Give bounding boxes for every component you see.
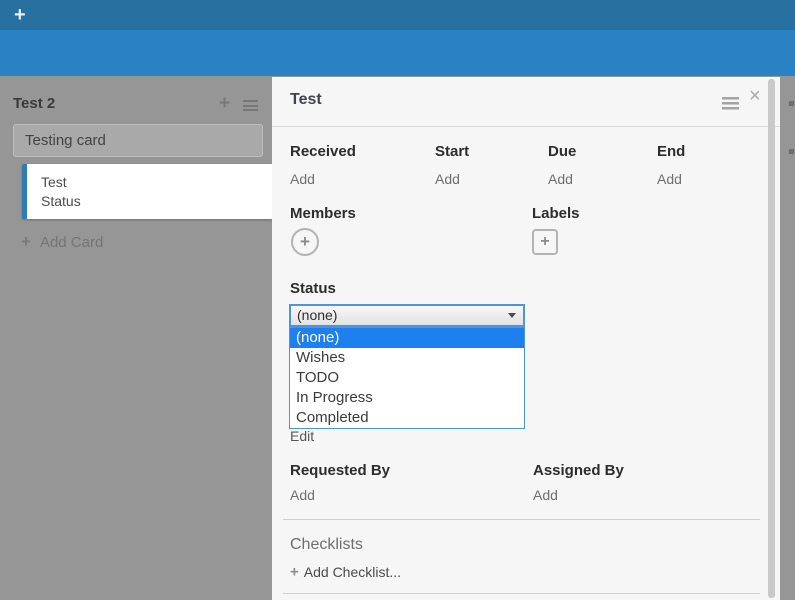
dropdown-option-in-progress[interactable]: In Progress xyxy=(290,388,524,408)
plus-icon: + xyxy=(300,232,310,251)
navbar-add-icon[interactable]: + xyxy=(14,4,26,27)
card-testing-card[interactable]: Testing card xyxy=(13,124,263,157)
plus-icon: + xyxy=(21,232,31,251)
card-title-line: Status xyxy=(41,192,273,211)
requested-by-add-link[interactable]: Add xyxy=(290,487,315,503)
received-label: Received xyxy=(290,143,356,160)
dropdown-option-completed[interactable]: Completed xyxy=(290,408,524,428)
received-add-link[interactable]: Add xyxy=(290,171,315,187)
end-label: End xyxy=(657,143,685,160)
dropdown-option-none[interactable]: (none) xyxy=(290,328,524,348)
card-detail-title: Test xyxy=(290,91,322,109)
start-add-link[interactable]: Add xyxy=(435,171,460,187)
next-list-clipped-icon xyxy=(789,149,794,154)
card-detail-panel: Test × Received Start Due End Add Add Ad… xyxy=(272,77,780,600)
checklists-label: Checklists xyxy=(290,536,363,554)
section-divider xyxy=(283,519,760,520)
add-label-button[interactable]: + xyxy=(532,229,558,255)
status-select-value: (none) xyxy=(297,307,337,323)
add-checklist-label: Add Checklist... xyxy=(304,564,401,580)
chevron-down-icon xyxy=(508,313,516,318)
status-edit-link[interactable]: Edit xyxy=(290,428,314,444)
card-title: Testing card xyxy=(25,132,106,149)
top-navbar: + xyxy=(0,0,795,30)
status-select[interactable]: (none) xyxy=(289,304,525,327)
status-label: Status xyxy=(290,280,336,297)
dropdown-option-wishes[interactable]: Wishes xyxy=(290,348,524,368)
members-label: Members xyxy=(290,205,356,222)
add-card-button[interactable]: + Add Card xyxy=(21,232,103,252)
list-title: Test 2 xyxy=(13,95,55,112)
assigned-by-label: Assigned By xyxy=(533,462,624,479)
due-label: Due xyxy=(548,143,576,160)
close-icon[interactable]: × xyxy=(749,85,761,108)
card-test-status-selected[interactable]: Test Status xyxy=(22,164,273,219)
plus-icon: + xyxy=(540,233,549,250)
add-card-label: Add Card xyxy=(40,234,103,251)
labels-label: Labels xyxy=(532,205,580,222)
add-checklist-button[interactable]: + Add Checklist... xyxy=(290,563,401,581)
assigned-by-add-link[interactable]: Add xyxy=(533,487,558,503)
panel-scrollbar[interactable] xyxy=(768,79,775,598)
next-list-clipped-icon xyxy=(789,101,794,106)
card-title-line: Test xyxy=(41,173,273,192)
start-label: Start xyxy=(435,143,469,160)
list-menu-icon[interactable] xyxy=(243,100,258,111)
section-divider xyxy=(283,593,760,594)
plus-icon: + xyxy=(290,563,299,580)
end-add-link[interactable]: Add xyxy=(657,171,682,187)
dropdown-option-todo[interactable]: TODO xyxy=(290,368,524,388)
board-header-band xyxy=(0,30,795,76)
card-menu-icon[interactable] xyxy=(722,97,739,110)
panel-header: Test × xyxy=(272,77,780,127)
requested-by-label: Requested By xyxy=(290,462,390,479)
status-dropdown: (none) Wishes TODO In Progress Completed xyxy=(289,327,525,429)
add-member-button[interactable]: + xyxy=(291,228,319,256)
list-add-card-icon[interactable]: + xyxy=(219,93,230,115)
due-add-link[interactable]: Add xyxy=(548,171,573,187)
